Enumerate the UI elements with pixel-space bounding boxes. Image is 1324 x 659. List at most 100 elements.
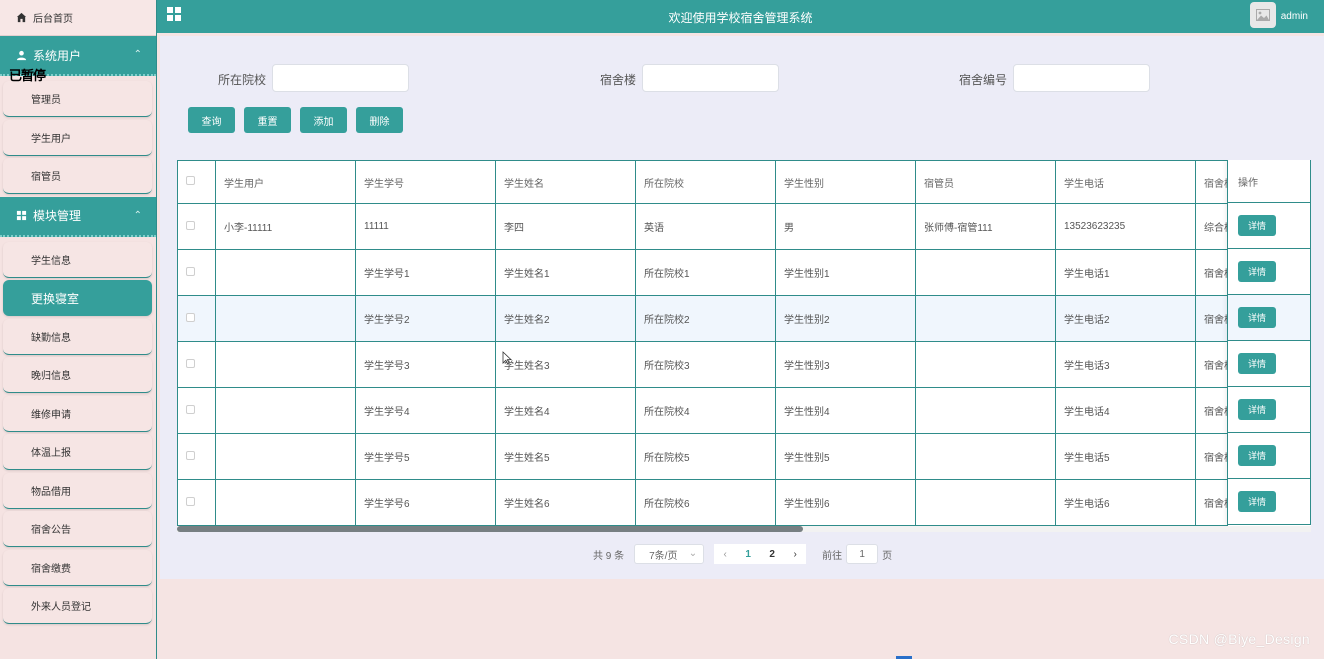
sidebar-item-payment[interactable]: 宿舍缴费 <box>3 549 152 586</box>
search-label-school: 所在院校 <box>218 73 267 87</box>
select-all-cell[interactable] <box>177 160 216 204</box>
sidebar-item-visitors[interactable]: 外来人员登记 <box>3 588 152 624</box>
detail-button[interactable]: 详情 <box>1238 491 1276 512</box>
detail-button[interactable]: 详情 <box>1238 445 1276 466</box>
detail-button[interactable]: 详情 <box>1238 399 1276 420</box>
row-select-cell[interactable] <box>177 433 216 480</box>
ops-cell: 详情 <box>1228 295 1311 341</box>
school-input[interactable] <box>272 64 409 92</box>
table-row[interactable]: 学生学号3 学生姓名3 所在院校3 学生性别3 学生电话3 宿舍楼3 <box>177 341 1311 388</box>
table-cell <box>915 341 1056 388</box>
table-cell: 张师傅-宿管111 <box>915 203 1056 250</box>
table-cell: 所在院校6 <box>635 479 776 526</box>
query-button[interactable]: 查询 <box>188 107 235 133</box>
sidebar-item-notice[interactable]: 宿舍公告 <box>3 511 152 547</box>
row-checkbox[interactable] <box>186 220 195 230</box>
row-checkbox[interactable] <box>186 450 195 460</box>
table-cell: 学生姓名5 <box>495 433 636 480</box>
row-checkbox[interactable] <box>186 404 195 414</box>
username[interactable]: admin <box>1281 11 1308 22</box>
sidebar-item-borrow[interactable]: 物品借用 <box>3 472 152 509</box>
table-cell: 英语 <box>635 203 776 250</box>
sidebar-item-admin[interactable]: 管理员 <box>3 81 152 117</box>
avatar[interactable] <box>1250 2 1276 28</box>
detail-button[interactable]: 详情 <box>1238 353 1276 374</box>
select-all-checkbox[interactable] <box>186 176 195 185</box>
detail-button[interactable]: 详情 <box>1238 261 1276 282</box>
page-2-button[interactable]: 2 <box>760 544 785 564</box>
table-cell: 学生电话5 <box>1055 433 1196 480</box>
sidebar-item-student-users[interactable]: 学生用户 <box>3 119 152 156</box>
table-cell: 所在院校2 <box>635 295 776 342</box>
row-checkbox[interactable] <box>186 496 195 506</box>
table-row[interactable]: 学生学号1 学生姓名1 所在院校1 学生性别1 学生电话1 宿舍楼1 <box>177 249 1311 296</box>
chevron-left-icon: ‹ <box>723 548 727 560</box>
table-header-row: 学生用户 学生学号 学生姓名 所在院校 学生性别 宿管员 学生电话 宿舍楼 <box>177 160 1311 204</box>
next-page-button[interactable]: › <box>784 544 807 564</box>
table-row[interactable]: 学生学号2 学生姓名2 所在院校2 学生性别2 学生电话2 宿舍楼2 <box>177 295 1311 342</box>
table-cell: 学生性别4 <box>775 387 916 434</box>
sidebar-group-items: 学生信息 更换寝室 缺勤信息 晚归信息 维修申请 体温上报 物品借用 宿舍公告 … <box>0 237 156 624</box>
table-cell <box>215 249 356 296</box>
total-count: 共 9 条 <box>593 550 625 562</box>
dorm-number-input[interactable] <box>1013 64 1150 92</box>
sidebar-item-dorm-managers[interactable]: 宿管员 <box>3 158 152 194</box>
sidebar-item-temperature[interactable]: 体温上报 <box>3 434 152 470</box>
sidebar-item-repair[interactable]: 维修申请 <box>3 395 152 432</box>
column-header: 学生性别 <box>775 160 916 204</box>
sidebar-item-absence[interactable]: 缺勤信息 <box>3 318 152 355</box>
page-unit-label: 页 <box>882 550 893 562</box>
row-select-cell[interactable] <box>177 341 216 388</box>
sidebar-item-student-info[interactable]: 学生信息 <box>3 241 152 278</box>
table-cell: 学生学号5 <box>355 433 496 480</box>
ops-header: 操作 <box>1228 160 1311 203</box>
sidebar: 后台首页 系统用户 ⌃ 已暂停 管理员 学生用户 宿管员 模块管理 ⌃ 学生信息… <box>0 0 157 659</box>
table-cell: 学生性别3 <box>775 341 916 388</box>
row-select-cell[interactable] <box>177 203 216 250</box>
table-cell: 学生学号2 <box>355 295 496 342</box>
row-select-cell[interactable] <box>177 479 216 526</box>
row-checkbox[interactable] <box>186 266 195 276</box>
row-select-cell[interactable] <box>177 387 216 434</box>
detail-button[interactable]: 详情 <box>1238 215 1276 236</box>
sidebar-item-change-dorm[interactable]: 更换寝室 <box>3 280 152 316</box>
ops-cell: 详情 <box>1228 433 1311 479</box>
table-cell: 学生姓名6 <box>495 479 636 526</box>
delete-button[interactable]: 删除 <box>356 107 403 133</box>
page-size-select[interactable]: 7条/页 ⌄ <box>634 544 705 564</box>
ops-cell: 详情 <box>1228 203 1311 249</box>
table-cell <box>915 433 1056 480</box>
paused-tag: 已暂停 <box>9 68 46 83</box>
table-cell: 学生姓名1 <box>495 249 636 296</box>
table-cell: 学生性别6 <box>775 479 916 526</box>
row-checkbox[interactable] <box>186 358 195 368</box>
goto-page-input[interactable]: 1 <box>846 544 879 564</box>
add-button[interactable]: 添加 <box>300 107 347 133</box>
table-cell: 学生电话6 <box>1055 479 1196 526</box>
reset-button[interactable]: 重置 <box>244 107 291 133</box>
row-select-cell[interactable] <box>177 295 216 342</box>
ops-cell: 详情 <box>1228 479 1311 525</box>
table-row[interactable]: 学生学号5 学生姓名5 所在院校5 学生性别5 学生电话5 宿舍楼5 <box>177 433 1311 480</box>
sidebar-item-late-return[interactable]: 晚归信息 <box>3 357 152 393</box>
scrollbar-thumb[interactable] <box>177 526 803 532</box>
sidebar-item-home[interactable]: 后台首页 <box>0 0 156 36</box>
row-checkbox[interactable] <box>186 312 195 322</box>
table-row[interactable]: 学生学号6 学生姓名6 所在院校6 学生性别6 学生电话6 宿舍楼6 <box>177 479 1311 526</box>
sidebar-group-modules[interactable]: 模块管理 ⌃ <box>0 196 156 237</box>
table-row[interactable]: 学生学号4 学生姓名4 所在院校4 学生性别4 学生电话4 宿舍楼4 <box>177 387 1311 434</box>
page-1-button[interactable]: 1 <box>736 544 761 564</box>
chevron-up-icon: ⌃ <box>133 49 142 60</box>
horizontal-scrollbar[interactable] <box>177 526 1311 532</box>
ops-cell: 详情 <box>1228 249 1311 295</box>
building-input[interactable] <box>642 64 779 92</box>
table-row[interactable]: 小李-11111 11111 李四 英语男张师傅-宿管111 13523623235 综合… <box>177 203 1311 250</box>
mouse-cursor-icon <box>502 351 513 368</box>
goto-label: 前往 <box>822 550 843 562</box>
prev-page-button[interactable]: ‹ <box>714 544 737 564</box>
search-label-dorm-number: 宿舍编号 <box>959 73 1008 87</box>
row-select-cell[interactable] <box>177 249 216 296</box>
detail-button[interactable]: 详情 <box>1238 307 1276 328</box>
column-header: 学生用户 <box>215 160 356 204</box>
table-cell: 学生姓名4 <box>495 387 636 434</box>
